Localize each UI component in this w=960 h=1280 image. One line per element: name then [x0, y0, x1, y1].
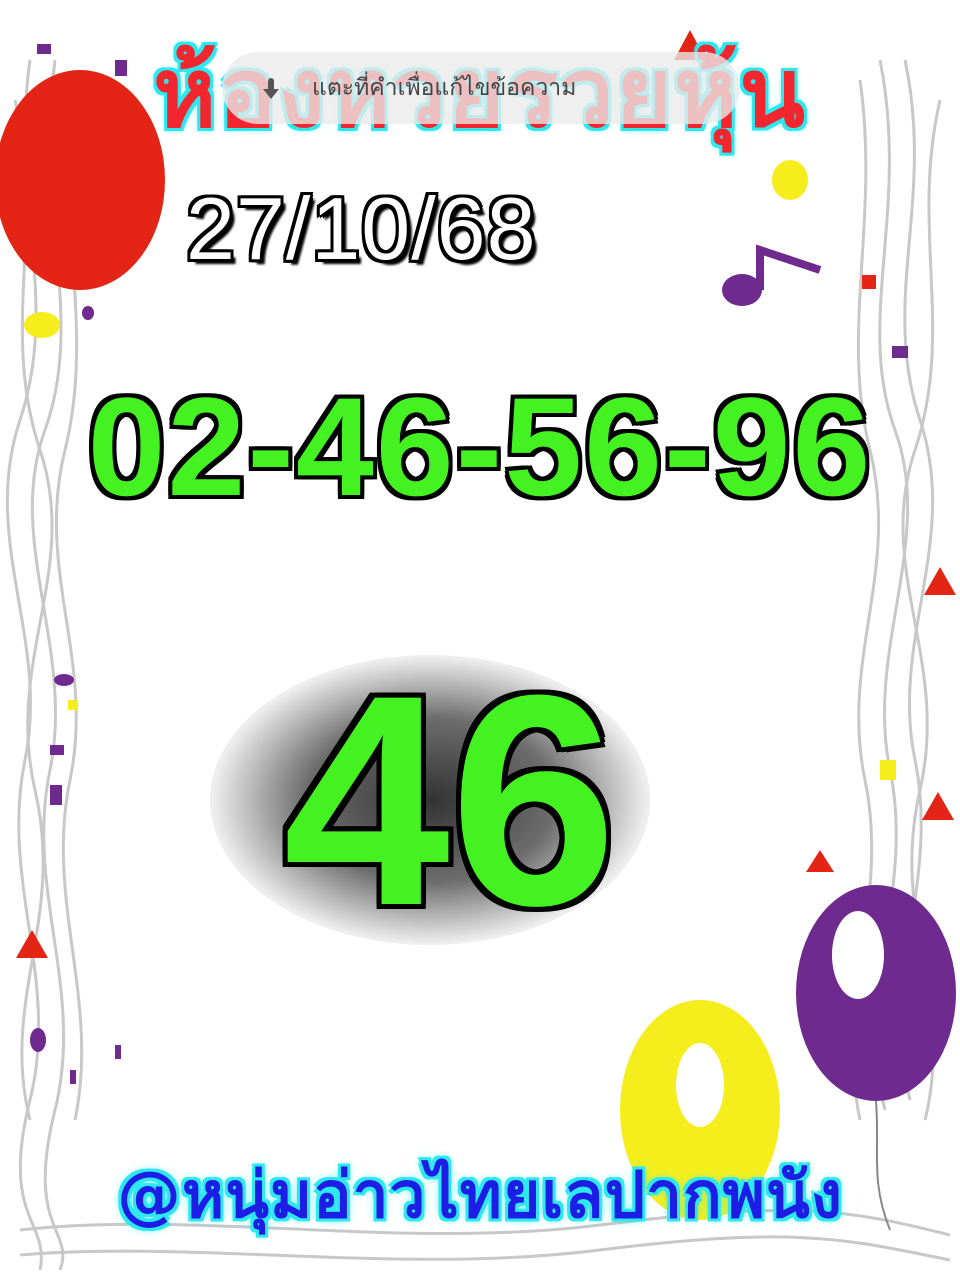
tap-hand-icon: [263, 78, 279, 99]
number-set: 02-46-56-96: [87, 368, 873, 525]
draw-date: 27/10/68: [186, 179, 537, 278]
poster: ห้องหวยรวยหุ้น แตะที่คำเพื่อแก้ไขข้อความ…: [0, 0, 960, 1280]
edit-hint-text: แตะที่คำเพื่อแก้ไขข้อความ: [312, 75, 577, 101]
edit-hint-banner[interactable]: แตะที่คำเพื่อแก้ไขข้อความ: [222, 52, 740, 124]
yellow-dot: [24, 312, 60, 338]
yellow-dot: [772, 160, 808, 200]
main-number: 46: [283, 632, 617, 968]
footer-handle: @หนุ่มอ่าวไทยเลปากพนัง: [117, 1159, 843, 1233]
